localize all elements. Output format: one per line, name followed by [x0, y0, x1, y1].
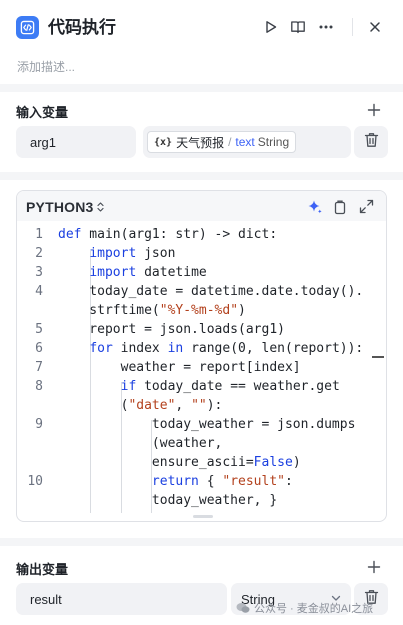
code-text: ensure_ascii=False)	[58, 455, 301, 470]
book-icon[interactable]	[289, 18, 307, 36]
section-divider	[0, 172, 403, 180]
ai-sparkle-icon[interactable]	[307, 199, 323, 215]
line-number: 9	[35, 417, 43, 432]
code-line[interactable]: today_weather, }	[17, 491, 386, 510]
section-divider	[0, 538, 403, 546]
line-number: 6	[35, 341, 43, 356]
code-content[interactable]: 1 def main(arg1: str) -> dict: 2 import js…	[17, 221, 386, 513]
line-number: 10	[27, 474, 43, 489]
description-field[interactable]: 添加描述...	[17, 58, 75, 75]
code-text: (weather,	[58, 436, 223, 451]
header-divider	[352, 18, 353, 36]
scrollbar-marker	[372, 356, 384, 358]
code-text: import datetime	[89, 265, 207, 280]
node-title[interactable]: 代码执行	[48, 16, 116, 39]
line-number: 8	[35, 379, 43, 394]
code-text: today_date = datetime.date.today().	[58, 284, 364, 299]
add-output-icon[interactable]	[367, 560, 381, 574]
line-number: 1	[35, 227, 43, 242]
input-variable-name[interactable]: arg1	[16, 126, 136, 158]
code-text: for index in range(0, len(report)):	[89, 341, 364, 356]
input-variable-name-text: arg1	[30, 134, 57, 150]
watermark-text: 公众号 · 麦金叔的AI之旅	[254, 603, 374, 615]
watermark: 公众号 · 麦金叔的AI之旅	[236, 600, 373, 616]
line-number: 2	[35, 246, 43, 261]
code-text: if today_date == weather.get	[120, 379, 340, 394]
code-line[interactable]: 2 import json	[17, 244, 386, 263]
input-section-title: 输入变量	[16, 105, 69, 120]
variable-icon: {x}	[154, 136, 173, 148]
line-number: 5	[35, 322, 43, 337]
wechat-icon	[236, 603, 250, 613]
code-node-icon	[16, 16, 39, 39]
node-header: 代码执行	[0, 0, 403, 54]
code-line[interactable]: 3 import datetime	[17, 263, 386, 282]
trash-icon	[364, 132, 379, 153]
language-label: PYTHON3	[26, 199, 94, 215]
code-text: today_weather, }	[58, 493, 278, 508]
reference-source-label: 天气预报	[176, 135, 225, 150]
variable-reference-tag[interactable]: {x} 天气预报 / text String	[147, 131, 297, 153]
code-line[interactable]: 10 return { "result":	[17, 472, 386, 491]
code-text: today_weather = json.dumps	[58, 417, 356, 432]
code-line[interactable]: ("date", ""):	[17, 396, 386, 415]
output-section-title: 输出变量	[16, 562, 69, 577]
language-selector[interactable]: PYTHON3	[26, 199, 105, 215]
code-text: def main(arg1: str) -> dict:	[58, 227, 278, 242]
code-text: strftime("%Y-%m-%d")	[58, 303, 246, 318]
code-line[interactable]: 9 today_weather = json.dumps	[17, 415, 386, 434]
code-line[interactable]: 1 def main(arg1: str) -> dict:	[17, 225, 386, 244]
code-editor[interactable]: PYTHON3 1 def main(arg1: str) -> dict: 2 i…	[16, 190, 387, 522]
line-number: 4	[35, 284, 43, 299]
copy-icon[interactable]	[333, 199, 347, 215]
expand-icon[interactable]	[359, 199, 374, 214]
output-variable-name[interactable]: result	[16, 583, 227, 615]
code-line[interactable]: ensure_ascii=False)	[17, 453, 386, 472]
reference-type-name: String	[257, 135, 290, 149]
code-text: weather = report[index]	[58, 360, 301, 375]
code-text: ("date", ""):	[58, 398, 223, 413]
code-line[interactable]: 4 today_date = datetime.date.today().	[17, 282, 386, 301]
run-icon[interactable]	[262, 18, 280, 36]
reference-separator: /	[228, 135, 232, 149]
code-text: import json	[89, 246, 176, 261]
input-variable-value[interactable]: {x} 天气预报 / text String	[143, 126, 351, 158]
code-line[interactable]: (weather,	[17, 434, 386, 453]
delete-input-button[interactable]	[354, 126, 388, 158]
close-icon[interactable]	[366, 18, 384, 36]
code-editor-header: PYTHON3	[17, 191, 386, 221]
code-line[interactable]: strftime("%Y-%m-%d")	[17, 301, 386, 320]
reference-type-label: text	[235, 135, 255, 149]
sort-icon	[96, 202, 104, 212]
section-divider	[0, 84, 403, 92]
code-line[interactable]: 6 for index in range(0, len(report)):	[17, 339, 386, 358]
code-text: report = json.loads(arg1)	[58, 322, 285, 337]
output-variable-name-text: result	[30, 591, 62, 607]
line-number: 7	[35, 360, 43, 375]
code-line[interactable]: 7 weather = report[index]	[17, 358, 386, 377]
code-line[interactable]: 5 report = json.loads(arg1)	[17, 320, 386, 339]
line-number: 3	[35, 265, 43, 280]
add-input-icon[interactable]	[367, 103, 381, 117]
more-icon[interactable]	[317, 18, 335, 36]
code-line[interactable]: 8 if today_date == weather.get	[17, 377, 386, 396]
resize-handle[interactable]	[193, 515, 213, 518]
code-text: return { "result":	[151, 474, 293, 489]
